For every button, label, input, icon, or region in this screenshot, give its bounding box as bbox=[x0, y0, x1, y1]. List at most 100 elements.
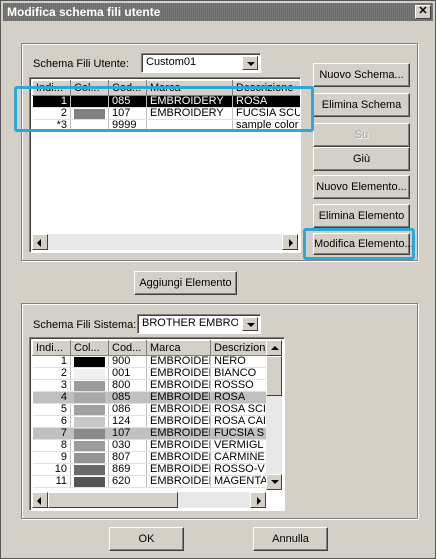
user-list-hscrollbar[interactable] bbox=[32, 234, 298, 250]
cell-color bbox=[70, 439, 109, 452]
column-header[interactable]: Descrizione bbox=[232, 80, 300, 96]
table-row[interactable]: 9 807EMBROIDERYCARMINE bbox=[32, 451, 271, 464]
cell-code: 900 bbox=[108, 355, 147, 368]
table-row[interactable]: 10 869EMBROIDERYROSSO-V bbox=[32, 463, 271, 476]
cell-code: 620 bbox=[108, 475, 147, 488]
cell-brand: EMBROIDERY bbox=[146, 379, 211, 392]
chevron-down-icon[interactable] bbox=[242, 56, 258, 70]
cell-color bbox=[70, 475, 109, 488]
system-scheme-value: BROTHER EMBROIDI bbox=[142, 317, 238, 329]
cell-color bbox=[70, 367, 109, 380]
column-header[interactable]: Cod... bbox=[108, 80, 147, 96]
new-scheme-button[interactable]: Nuovo Schema... bbox=[313, 63, 410, 87]
table-row[interactable]: 1 900EMBROIDERYNERO bbox=[32, 355, 271, 368]
column-header[interactable]: Indi... bbox=[32, 340, 71, 356]
cell-brand: EMBROIDERY bbox=[146, 475, 211, 488]
cell-index: 1 bbox=[32, 95, 71, 108]
color-swatch bbox=[74, 464, 105, 475]
cell-code: 9999 bbox=[108, 119, 147, 132]
column-header[interactable]: Cod... bbox=[108, 340, 147, 356]
table-row[interactable]: 1 085 EMBROIDERY ROSA bbox=[32, 95, 300, 108]
new-element-button[interactable]: Nuovo Elemento... bbox=[313, 175, 410, 199]
cell-desc: FUCSIA SCUI bbox=[232, 107, 300, 120]
cell-brand: EMBROIDERY bbox=[146, 391, 211, 404]
scroll-right-icon[interactable] bbox=[282, 234, 298, 250]
cell-desc: VERMIGL bbox=[210, 439, 271, 452]
column-header[interactable]: Indi... bbox=[32, 80, 71, 96]
delete-element-button[interactable]: Elimina Elemento bbox=[313, 204, 410, 228]
scroll-right-icon[interactable] bbox=[250, 492, 266, 508]
user-thread-list[interactable]: Indi... Col... Cod... Marca Descrizione 1 085… bbox=[29, 77, 301, 253]
cell-desc: ROSA bbox=[210, 391, 271, 404]
table-row[interactable]: 3 800EMBROIDERYROSSO bbox=[32, 379, 271, 392]
close-button[interactable]: ✕ bbox=[415, 5, 431, 19]
cell-brand: EMBROIDERY bbox=[146, 427, 211, 440]
scroll-down-icon[interactable] bbox=[266, 474, 282, 490]
cell-code: 085 bbox=[108, 391, 147, 404]
vscroll-thumb[interactable] bbox=[266, 356, 282, 396]
cell-brand: EMBROIDERY bbox=[146, 355, 211, 368]
cell-index: 10 bbox=[32, 463, 71, 476]
user-scheme-value: Custom01 bbox=[146, 56, 197, 68]
system-list-vscrollbar[interactable] bbox=[266, 340, 282, 490]
table-row[interactable]: 4 085EMBROIDERYROSA bbox=[32, 391, 271, 404]
title-bar[interactable]: Modifica schema fili utente ✕ bbox=[3, 3, 433, 21]
column-header[interactable]: Descrizion bbox=[210, 340, 271, 356]
color-swatch bbox=[74, 476, 105, 487]
color-swatch bbox=[74, 380, 105, 391]
cell-index: *3 bbox=[32, 119, 71, 132]
system-scheme-select[interactable]: BROTHER EMBROIDI bbox=[137, 314, 261, 334]
system-thread-list[interactable]: Indi... Col... Cod... Marca Descrizion 1 900 E… bbox=[29, 337, 285, 511]
cell-index: 9 bbox=[32, 451, 71, 464]
cell-brand: EMBROIDERY bbox=[146, 107, 233, 120]
cell-color bbox=[70, 95, 109, 108]
color-swatch bbox=[74, 404, 105, 415]
cell-code: 085 bbox=[108, 95, 147, 108]
color-swatch bbox=[74, 356, 105, 367]
ok-button[interactable]: OK bbox=[109, 527, 184, 551]
column-header[interactable]: Col... bbox=[70, 80, 109, 96]
table-row[interactable]: 8 030EMBROIDERYVERMIGL bbox=[32, 439, 271, 452]
scroll-left-icon[interactable] bbox=[32, 234, 48, 250]
cell-desc: FUCSIA S bbox=[210, 427, 271, 440]
up-button[interactable]: Su bbox=[313, 123, 410, 147]
hscroll-thumb[interactable] bbox=[48, 492, 178, 508]
down-button[interactable]: Giù bbox=[313, 147, 410, 171]
delete-scheme-button[interactable]: Elimina Schema bbox=[313, 93, 410, 117]
system-thread-table: Indi... Col... Cod... Marca Descrizion 1 900 E… bbox=[32, 340, 271, 488]
cancel-button[interactable]: Annulla bbox=[253, 527, 328, 551]
table-row[interactable]: 11 620EMBROIDERYMAGENTA bbox=[32, 475, 271, 488]
scroll-left-icon[interactable] bbox=[32, 492, 48, 508]
cell-color bbox=[70, 107, 109, 120]
cell-brand: EMBROIDERY bbox=[146, 415, 211, 428]
add-element-button[interactable]: Aggiungi Elemento bbox=[134, 271, 237, 295]
cell-code: 124 bbox=[108, 415, 147, 428]
cell-desc: CARMINE bbox=[210, 451, 271, 464]
table-row[interactable]: 6 124EMBROIDERYROSA CAI bbox=[32, 415, 271, 428]
table-row[interactable]: 5 086EMBROIDERYROSA SCI bbox=[32, 403, 271, 416]
color-swatch bbox=[74, 368, 105, 379]
chevron-down-icon[interactable] bbox=[242, 317, 258, 331]
column-header[interactable]: Marca bbox=[146, 340, 211, 356]
column-header[interactable]: Marca bbox=[146, 80, 233, 96]
cell-index: 7 bbox=[32, 427, 71, 440]
scroll-up-icon[interactable] bbox=[266, 340, 282, 356]
table-row[interactable]: 2 001EMBROIDERYBIANCO bbox=[32, 367, 271, 380]
table-row[interactable]: 7 107EMBROIDERYFUCSIA S bbox=[32, 427, 271, 440]
column-header[interactable]: Col... bbox=[70, 340, 109, 356]
cell-desc: ROSA bbox=[232, 95, 300, 108]
cell-brand: EMBROIDERY bbox=[146, 95, 233, 108]
edit-element-button[interactable]: Modifica Elemento... bbox=[313, 233, 414, 255]
cell-color bbox=[70, 403, 109, 416]
table-row[interactable]: *3 9999 sample color bbox=[32, 119, 300, 132]
cell-code: 001 bbox=[108, 367, 147, 380]
cell-desc: ROSA CAI bbox=[210, 415, 271, 428]
table-row[interactable]: 2 107 EMBROIDERY FUCSIA SCUI bbox=[32, 107, 300, 120]
cell-index: 8 bbox=[32, 439, 71, 452]
cell-index: 1 bbox=[32, 355, 71, 368]
cell-color bbox=[70, 391, 109, 404]
system-list-hscrollbar[interactable] bbox=[32, 492, 266, 508]
user-scheme-select[interactable]: Custom01 bbox=[141, 53, 261, 73]
color-swatch bbox=[74, 452, 105, 463]
color-swatch bbox=[74, 108, 105, 119]
